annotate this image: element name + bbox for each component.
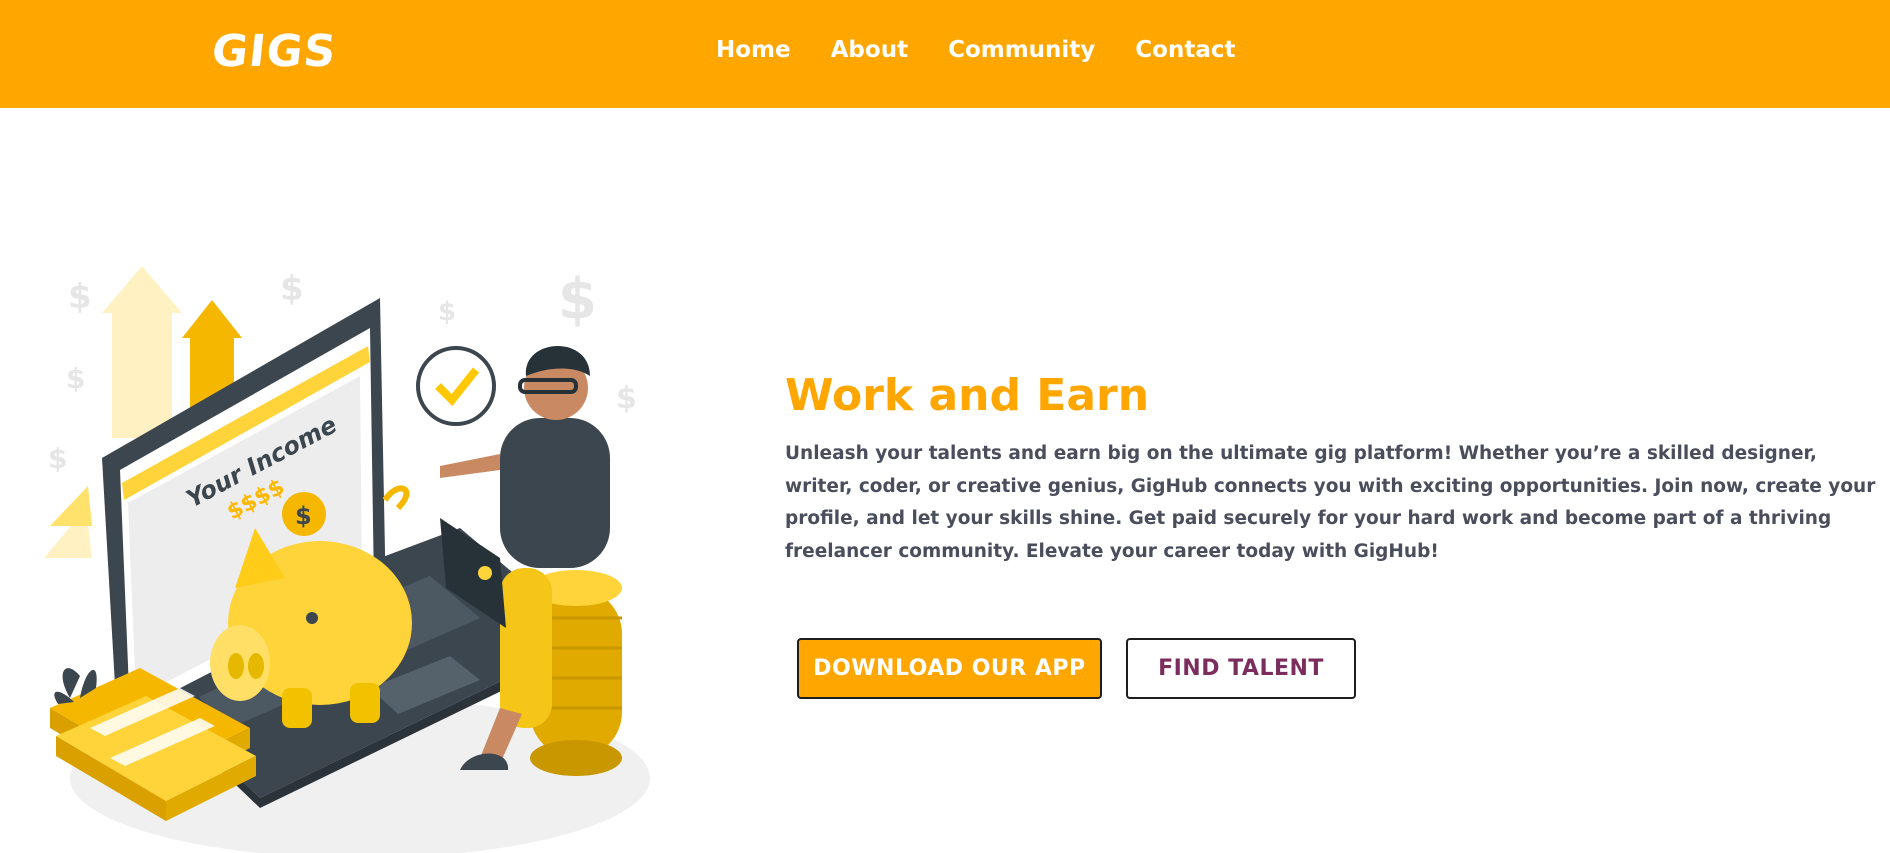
- svg-text:$: $: [68, 277, 92, 317]
- nav-link-about[interactable]: About: [831, 34, 908, 66]
- hero-illustration: $ $ $ $ $ $ $ Your Income $$$$ $: [44, 266, 650, 853]
- nav-link-home[interactable]: Home: [716, 34, 791, 66]
- svg-text:$: $: [616, 381, 637, 416]
- main-nav: Home About Community Contact: [716, 34, 1236, 66]
- svg-text:$: $: [280, 269, 304, 309]
- download-app-button[interactable]: DOWNLOAD OUR APP: [797, 638, 1102, 699]
- hero-description: Unleash your talents and earn big on the…: [785, 443, 1876, 562]
- svg-text:$: $: [438, 297, 456, 327]
- site-header: GIGS Home About Community Contact: [0, 0, 1890, 108]
- hero-content: Work and Earn Unleash your talents and e…: [785, 368, 1885, 568]
- find-talent-button[interactable]: FIND TALENT: [1126, 638, 1356, 699]
- svg-text:$: $: [295, 502, 312, 530]
- nav-link-community[interactable]: Community: [948, 34, 1095, 66]
- svg-text:$: $: [66, 362, 85, 395]
- nav-link-contact[interactable]: Contact: [1135, 34, 1235, 66]
- hero-title: Work and Earn: [785, 370, 1150, 421]
- svg-text:$: $: [48, 442, 67, 475]
- svg-text:$: $: [558, 267, 597, 332]
- site-logo[interactable]: GIGS: [209, 26, 339, 78]
